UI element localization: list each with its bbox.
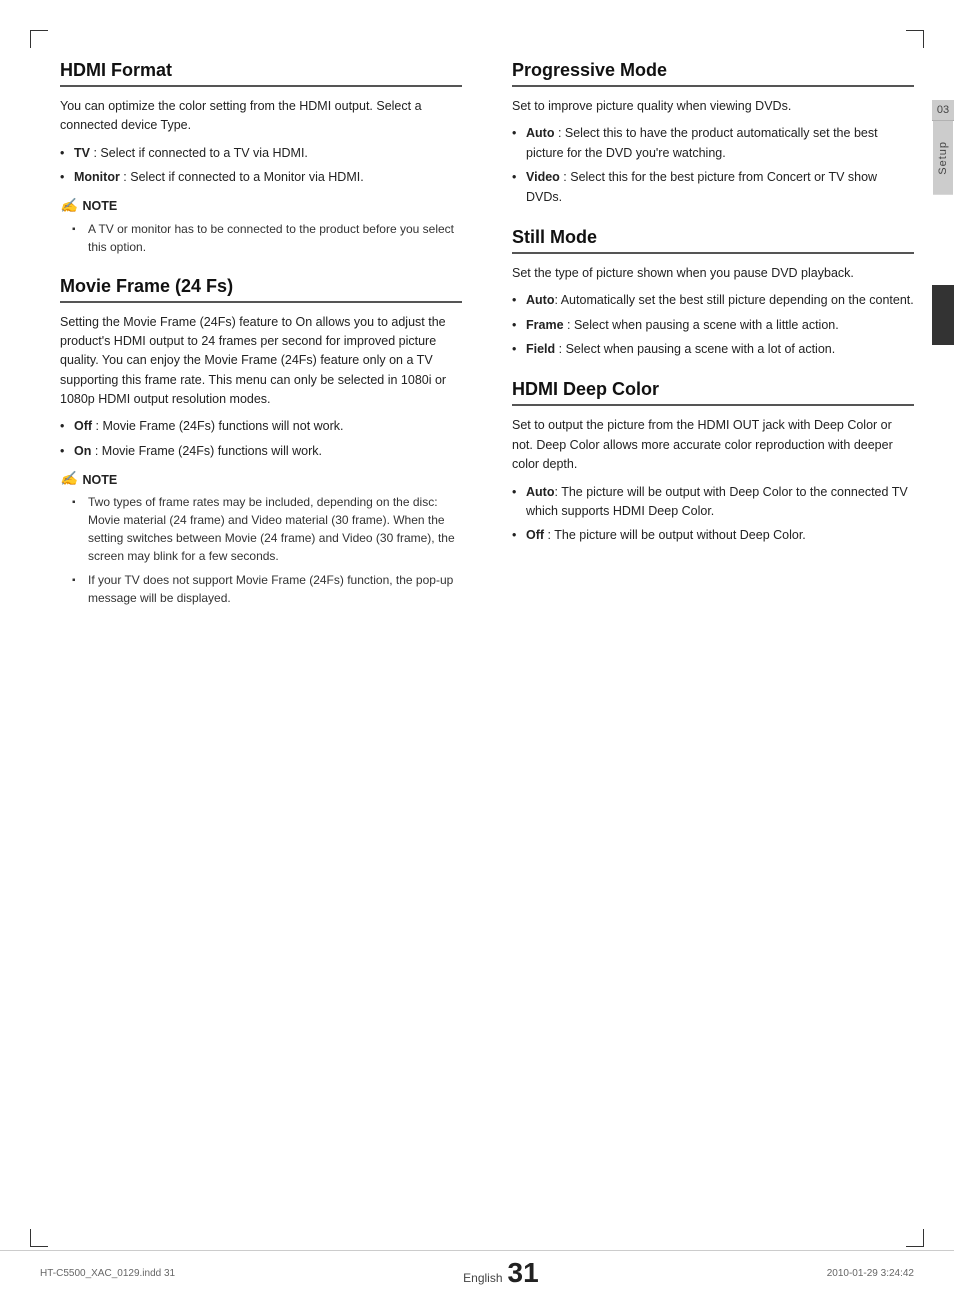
still-mode-bullets: Auto: Automatically set the best still p… bbox=[512, 291, 914, 359]
movie-frame-note-items: Two types of frame rates may be included… bbox=[72, 493, 462, 607]
progressive-mode-intro: Set to improve picture quality when view… bbox=[512, 97, 914, 116]
hdmi-format-bullets: TV : Select if connected to a TV via HDM… bbox=[60, 144, 462, 188]
movie-frame-bullet-off: Off : Movie Frame (24Fs) functions will … bbox=[60, 417, 462, 436]
movie-frame-bullet-on: On : Movie Frame (24Fs) functions will w… bbox=[60, 442, 462, 461]
movie-frame-title: Movie Frame (24 Fs) bbox=[60, 276, 462, 303]
corner-mark-bl bbox=[30, 1229, 48, 1247]
hdmi-format-title: HDMI Format bbox=[60, 60, 462, 87]
hdmi-deep-color-intro: Set to output the picture from the HDMI … bbox=[512, 416, 914, 474]
hdmi-format-note-items: A TV or monitor has to be connected to t… bbox=[72, 220, 462, 256]
footer-left: HT-C5500_XAC_0129.indd 31 bbox=[40, 1268, 175, 1279]
section-hdmi-deep-color: HDMI Deep Color Set to output the pictur… bbox=[512, 379, 914, 545]
hdmi-deep-color-title: HDMI Deep Color bbox=[512, 379, 914, 406]
right-column: Progressive Mode Set to improve picture … bbox=[502, 60, 914, 1237]
progressive-mode-bullet-auto: Auto : Select this to have the product a… bbox=[512, 124, 914, 163]
footer: HT-C5500_XAC_0129.indd 31 English 31 201… bbox=[0, 1250, 954, 1287]
section-progressive-mode: Progressive Mode Set to improve picture … bbox=[512, 60, 914, 207]
hdmi-deep-color-bullets: Auto: The picture will be output with De… bbox=[512, 483, 914, 546]
progressive-mode-title: Progressive Mode bbox=[512, 60, 914, 87]
movie-frame-note: ✍ NOTE Two types of frame rates may be i… bbox=[60, 471, 462, 607]
footer-page-label: English bbox=[463, 1271, 502, 1285]
content-area: HDMI Format You can optimize the color s… bbox=[60, 60, 914, 1237]
still-mode-intro: Set the type of picture shown when you p… bbox=[512, 264, 914, 283]
page: 03 Setup HDMI Format You can optimize th… bbox=[0, 0, 954, 1307]
movie-frame-note-item-2: If your TV does not support Movie Frame … bbox=[72, 571, 462, 607]
footer-page: English 31 bbox=[463, 1259, 539, 1287]
section-still-mode: Still Mode Set the type of picture shown… bbox=[512, 227, 914, 360]
still-mode-bullet-auto: Auto: Automatically set the best still p… bbox=[512, 291, 914, 310]
section-movie-frame: Movie Frame (24 Fs) Setting the Movie Fr… bbox=[60, 276, 462, 608]
footer-page-number: 31 bbox=[508, 1259, 539, 1287]
progressive-mode-bullets: Auto : Select this to have the product a… bbox=[512, 124, 914, 207]
corner-mark-tl bbox=[30, 30, 48, 48]
side-tab-number: 03 bbox=[932, 100, 954, 121]
hdmi-deep-color-bullet-auto: Auto: The picture will be output with De… bbox=[512, 483, 914, 522]
movie-frame-note-item-1: Two types of frame rates may be included… bbox=[72, 493, 462, 565]
still-mode-bullet-field: Field : Select when pausing a scene with… bbox=[512, 340, 914, 359]
hdmi-format-note: ✍ NOTE A TV or monitor has to be connect… bbox=[60, 198, 462, 256]
side-tab: 03 Setup bbox=[932, 100, 954, 195]
still-mode-bullet-frame: Frame : Select when pausing a scene with… bbox=[512, 316, 914, 335]
movie-frame-bullets: Off : Movie Frame (24Fs) functions will … bbox=[60, 417, 462, 461]
side-tab-label: Setup bbox=[933, 121, 953, 195]
section-hdmi-format: HDMI Format You can optimize the color s… bbox=[60, 60, 462, 256]
note-icon: ✍ bbox=[60, 198, 77, 215]
progressive-mode-bullet-video: Video : Select this for the best picture… bbox=[512, 168, 914, 207]
hdmi-format-intro: You can optimize the color setting from … bbox=[60, 97, 462, 136]
hdmi-format-bullet-tv: TV : Select if connected to a TV via HDM… bbox=[60, 144, 462, 163]
hdmi-format-bullet-monitor: Monitor : Select if connected to a Monit… bbox=[60, 168, 462, 187]
side-black-bar bbox=[932, 285, 954, 345]
movie-frame-note-title: ✍ NOTE bbox=[60, 471, 462, 488]
note-icon-2: ✍ bbox=[60, 471, 77, 488]
corner-mark-tr bbox=[906, 30, 924, 48]
hdmi-deep-color-bullet-off: Off : The picture will be output without… bbox=[512, 526, 914, 545]
left-column: HDMI Format You can optimize the color s… bbox=[60, 60, 472, 1237]
hdmi-format-note-title: ✍ NOTE bbox=[60, 198, 462, 215]
footer-right: 2010-01-29 3:24:42 bbox=[827, 1268, 914, 1279]
movie-frame-intro: Setting the Movie Frame (24Fs) feature t… bbox=[60, 313, 462, 410]
hdmi-format-note-item-1: A TV or monitor has to be connected to t… bbox=[72, 220, 462, 256]
still-mode-title: Still Mode bbox=[512, 227, 914, 254]
